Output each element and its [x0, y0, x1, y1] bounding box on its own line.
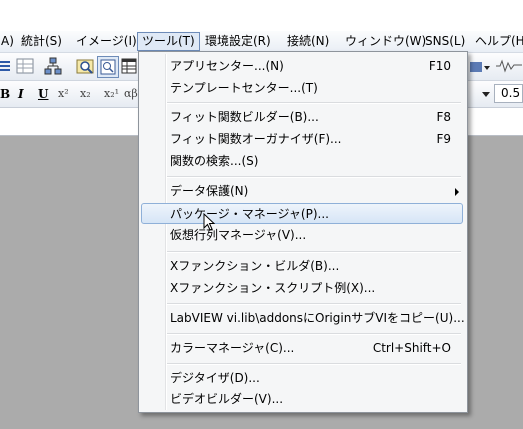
menu-item-label: 仮想行列マネージャ(V)...: [170, 228, 307, 242]
menu-item-fit-function-organizer[interactable]: フィット関数オーガナイザ(F)... F9: [141, 129, 463, 149]
menu-separator: [167, 333, 461, 335]
menu-item-statistics[interactable]: 統計(S): [17, 33, 66, 50]
menu-item-shortcut: Ctrl+Shift+O: [372, 341, 451, 355]
menu-item-xfunction-builder[interactable]: Xファンクション・ビルダ(B)...: [141, 256, 463, 276]
menu-item-shortcut: F8: [436, 110, 451, 124]
menu-item-fit-function-builder[interactable]: フィット関数ビルダー(B)... F8: [141, 107, 463, 127]
menu-item-label: データ保護(N): [170, 184, 249, 198]
italic-button[interactable]: I: [18, 87, 24, 101]
menu-item-package-manager[interactable]: パッケージ・マネージャ(P)...: [141, 203, 463, 224]
hierarchy-icon[interactable]: [44, 57, 62, 75]
menu-separator: [167, 303, 461, 305]
dropdown-arrow-icon[interactable]: [470, 60, 490, 74]
menu-item-label: LabVIEW vi.lib\addonsにOriginサブVIをコピー(U).…: [170, 311, 465, 325]
list-icon[interactable]: [0, 60, 10, 72]
menu-item-app-center[interactable]: アプリセンター...(N) F10: [141, 56, 463, 76]
menu-item-label: 関数の検索...(S): [170, 154, 259, 168]
menu-item-template-center[interactable]: テンプレートセンター...(T): [141, 78, 463, 98]
menu-item-label: フィット関数オーガナイザ(F)...: [170, 132, 342, 146]
menu-item-labview-copy[interactable]: LabVIEW vi.lib\addonsにOriginサブVIをコピー(U).…: [141, 308, 465, 328]
menu-item-virtual-matrix-manager[interactable]: 仮想行列マネージャ(V)...: [141, 225, 463, 245]
tools-dropdown-menu: アプリセンター...(N) F10 テンプレートセンター...(T) フィット関…: [138, 51, 468, 413]
grid-icon[interactable]: [16, 58, 34, 74]
menu-item-function-search[interactable]: 関数の検索...(S): [141, 151, 463, 171]
menu-item-label: デジタイザ(D)...: [170, 371, 260, 385]
subscript-button[interactable]: x₂: [80, 87, 91, 100]
menu-item-sns[interactable]: SNS(L): [421, 33, 469, 50]
menu-item-label: Xファンクション・スクリプト例(X)...: [170, 281, 376, 295]
menu-item-partial[interactable]: A): [0, 33, 18, 50]
menu-item-label: フィット関数ビルダー(B)...: [170, 110, 319, 124]
menu-item-video-builder[interactable]: ビデオビルダー(V)...: [141, 389, 463, 409]
menu-item-label: カラーマネージャ(C)...: [170, 341, 295, 355]
menu-bar: A) 統計(S) イメージ(I) ツール(T) 環境設定(R) 接続(N) ウィ…: [0, 31, 523, 53]
submenu-arrow-icon: [455, 188, 459, 196]
mouse-cursor-icon: [203, 212, 216, 234]
supersub-button[interactable]: x₂¹: [104, 87, 119, 100]
line-width-field[interactable]: 0.5: [494, 84, 523, 103]
bold-button[interactable]: B: [0, 87, 10, 101]
menu-separator: [167, 363, 461, 365]
menu-separator: [167, 176, 461, 178]
graph-zoom-icon[interactable]: [97, 56, 119, 78]
worksheet-icon[interactable]: [121, 58, 137, 74]
title-area: [0, 0, 523, 31]
zoom-icon[interactable]: [76, 57, 94, 75]
superscript-button[interactable]: x²: [58, 87, 69, 100]
underline-button[interactable]: U: [38, 87, 48, 101]
menu-item-help[interactable]: ヘルプ(H: [471, 33, 523, 50]
menu-item-tools[interactable]: ツール(T): [137, 32, 200, 51]
menu-item-window[interactable]: ウィンドウ(W): [341, 33, 430, 50]
menu-item-data-protection[interactable]: データ保護(N): [141, 181, 463, 201]
waveform-icon[interactable]: [495, 59, 523, 73]
menu-item-label: Xファンクション・ビルダ(B)...: [170, 259, 340, 273]
menu-separator: [167, 251, 461, 253]
menu-item-label: パッケージ・マネージャ(P)...: [170, 207, 329, 221]
menu-item-connectivity[interactable]: 接続(N): [283, 33, 333, 50]
menu-item-xfunction-script-samples[interactable]: Xファンクション・スクリプト例(X)...: [141, 278, 463, 298]
menu-item-preferences[interactable]: 環境設定(R): [201, 33, 275, 50]
menu-item-shortcut: F9: [436, 132, 451, 146]
menu-separator: [167, 102, 461, 104]
chevron-down-icon[interactable]: [481, 89, 491, 99]
menu-item-color-manager[interactable]: カラーマネージャ(C)... Ctrl+Shift+O: [141, 338, 463, 358]
greek-button[interactable]: αβ: [124, 87, 138, 100]
menu-item-label: アプリセンター...(N): [170, 59, 284, 73]
menu-item-label: ビデオビルダー(V)...: [170, 392, 284, 406]
menu-item-label: テンプレートセンター...(T): [170, 81, 318, 95]
menu-item-shortcut: F10: [428, 59, 451, 73]
menu-item-digitizer[interactable]: デジタイザ(D)...: [141, 368, 463, 388]
menu-item-image[interactable]: イメージ(I): [72, 33, 141, 50]
